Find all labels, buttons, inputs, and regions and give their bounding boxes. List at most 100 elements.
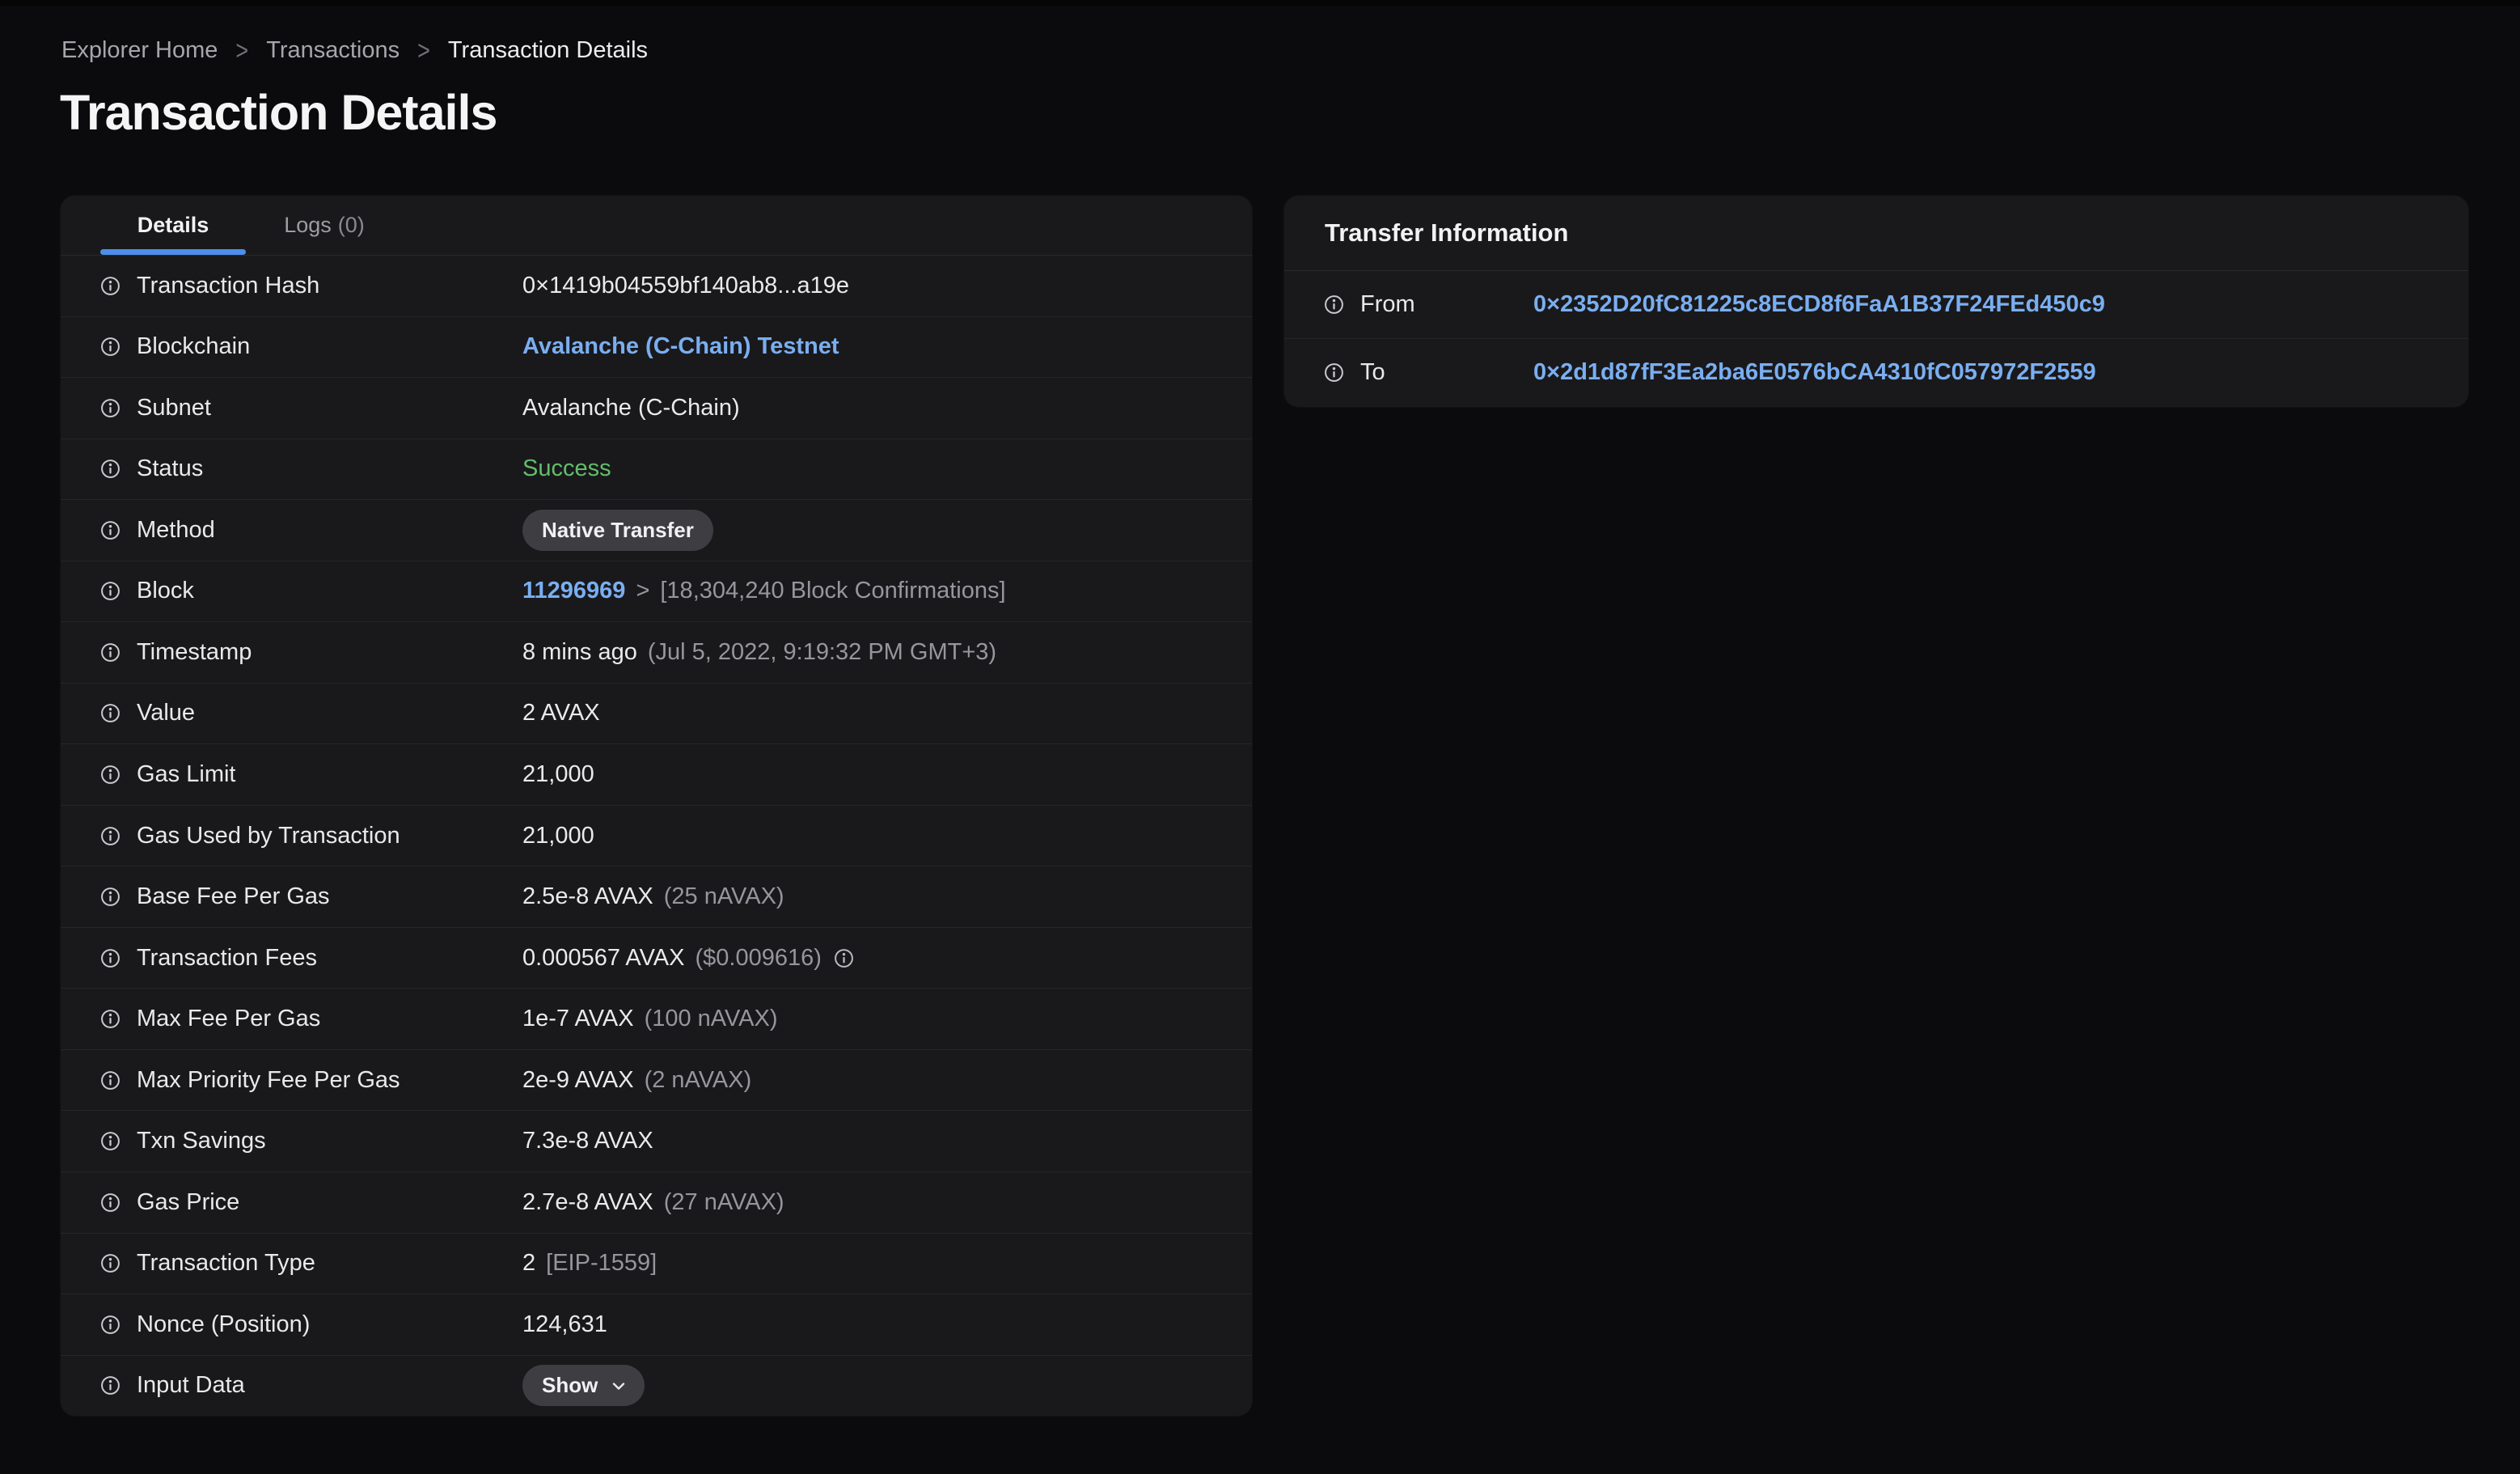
row-label: Txn Savings: [137, 1128, 266, 1154]
row-value-zone: 2e-9 AVAX (2 nAVAX): [522, 1067, 751, 1094]
row-value: 0.000567 AVAX: [522, 944, 685, 971]
row-value-link[interactable]: 11296969: [522, 578, 625, 604]
row-value-zone: 2 [EIP-1559]: [522, 1250, 657, 1277]
row-value-note: (Jul 5, 2022, 9:19:32 PM GMT+3): [647, 638, 997, 665]
row-value-zone: 2 AVAX: [522, 700, 600, 726]
transfer-information-card: Transfer Information From 0×2352D20fC812…: [1284, 196, 2468, 407]
row-label-zone: Max Priority Fee Per Gas: [100, 1067, 522, 1094]
show-input-data-button[interactable]: Show: [522, 1365, 645, 1407]
row-label-zone: Timestamp: [100, 639, 522, 666]
row-label-zone: Block: [100, 578, 522, 604]
page-title: Transaction Details: [60, 85, 497, 140]
detail-row: Transaction Fees 0.000567 AVAX ($0.009616…: [61, 926, 1252, 989]
info-icon[interactable]: [100, 581, 121, 601]
row-value: 2e-9 AVAX: [522, 1066, 634, 1093]
row-value-zone: Avalanche (C-Chain): [522, 395, 740, 421]
row-label-zone: Gas Limit: [100, 761, 522, 788]
row-label-zone: Subnet: [100, 395, 522, 421]
row-value-link[interactable]: 0×2352D20fC81225c8ECD8f6FaA1B37F24FEd450…: [1533, 291, 2105, 318]
info-icon[interactable]: [100, 1131, 121, 1151]
row-label-zone: Blockchain: [100, 333, 522, 360]
breadcrumb-link-transactions[interactable]: Transactions: [266, 36, 400, 65]
row-value-zone: 2.5e-8 AVAX (25 nAVAX): [522, 883, 784, 910]
info-icon[interactable]: [100, 703, 121, 723]
row-label: Input Data: [137, 1372, 245, 1399]
row-value-zone: 1e-7 AVAX (100 nAVAX): [522, 1006, 778, 1032]
row-value-note: (2 nAVAX): [644, 1066, 752, 1093]
tab-details[interactable]: Details: [100, 196, 246, 255]
info-icon[interactable]: [100, 948, 121, 968]
status-text: Success: [522, 455, 611, 482]
row-value-zone: 0.000567 AVAX ($0.009616): [522, 945, 854, 972]
row-value-zone: 0×2352D20fC81225c8ECD8f6FaA1B37F24FEd450…: [1533, 291, 2105, 318]
row-value: 7.3e-8 AVAX: [522, 1128, 653, 1154]
row-label: Transaction Fees: [137, 944, 317, 971]
detail-row: Value 2 AVAX: [61, 682, 1252, 744]
info-icon[interactable]: [100, 887, 121, 907]
info-icon[interactable]: [100, 459, 121, 479]
row-value: 2: [522, 1250, 536, 1277]
info-icon[interactable]: [100, 765, 121, 785]
info-icon[interactable]: [100, 826, 121, 846]
row-value: Avalanche (C-Chain): [522, 394, 740, 421]
info-icon[interactable]: [100, 1315, 121, 1335]
row-label-zone: Input Data: [100, 1372, 522, 1399]
info-icon[interactable]: [100, 1070, 121, 1091]
info-icon[interactable]: [100, 398, 121, 418]
show-button-label: Show: [542, 1373, 598, 1398]
window-top-edge: [0, 0, 2520, 6]
transfer-card-header: Transfer Information: [1284, 196, 2468, 271]
row-label-zone: To: [1324, 359, 1533, 386]
row-value-link[interactable]: Avalanche (C-Chain) Testnet: [522, 333, 839, 360]
row-label: Gas Price: [137, 1188, 240, 1215]
info-icon[interactable]: [100, 1253, 121, 1273]
detail-row: Transaction Type 2 [EIP-1559]: [61, 1232, 1252, 1294]
detail-row: From 0×2352D20fC81225c8ECD8f6FaA1B37F24F…: [1284, 271, 2468, 338]
row-label-zone: Gas Price: [100, 1189, 522, 1216]
info-icon[interactable]: [100, 1009, 121, 1029]
row-value: 8 mins ago: [522, 638, 637, 665]
row-label-zone: Txn Savings: [100, 1128, 522, 1154]
row-label-zone: Value: [100, 700, 522, 726]
detail-row: Status Success: [61, 438, 1252, 500]
tab-logs-count: (0): [337, 213, 365, 237]
detail-row: Timestamp 8 mins ago (Jul 5, 2022, 9:19:3…: [61, 621, 1252, 683]
row-label: Nonce (Position): [137, 1311, 311, 1337]
row-value: 21,000: [522, 822, 594, 849]
info-icon[interactable]: [100, 1192, 121, 1213]
row-label: Method: [137, 516, 215, 543]
info-icon[interactable]: [100, 276, 121, 296]
detail-row: Input Data Show: [61, 1354, 1252, 1417]
info-icon[interactable]: [100, 520, 121, 540]
row-value-zone: Native Transfer: [522, 509, 713, 551]
row-label: Max Priority Fee Per Gas: [137, 1066, 400, 1093]
row-value-zone: 8 mins ago (Jul 5, 2022, 9:19:32 PM GMT+3…: [522, 639, 996, 666]
tab-bar: Details Logs (0): [61, 196, 1252, 256]
row-label-zone: Status: [100, 455, 522, 482]
row-label-zone: Nonce (Position): [100, 1311, 522, 1338]
row-value: 2 AVAX: [522, 700, 600, 726]
row-label-zone: From: [1324, 291, 1533, 318]
detail-row: Gas Used by Transaction 21,000: [61, 804, 1252, 866]
row-label: Gas Used by Transaction: [137, 822, 400, 849]
row-label: Timestamp: [137, 638, 252, 665]
detail-row: Txn Savings 7.3e-8 AVAX: [61, 1110, 1252, 1171]
info-icon[interactable]: [100, 642, 121, 663]
info-icon[interactable]: [100, 337, 121, 357]
row-value-link[interactable]: 0×2d1d87fF3Ea2ba6E0576bCA4310fC057972F25…: [1533, 359, 2096, 386]
breadcrumb-link-explorer-home[interactable]: Explorer Home: [61, 36, 218, 65]
detail-row: Subnet Avalanche (C-Chain): [61, 377, 1252, 438]
tab-logs[interactable]: Logs (0): [264, 196, 385, 255]
info-icon[interactable]: [1324, 362, 1344, 383]
row-label: Blockchain: [137, 333, 251, 360]
row-value-note: ($0.009616): [695, 944, 822, 971]
row-value-zone: 11296969 > [18,304,240 Block Confirmations…: [522, 578, 1006, 604]
row-value-note: [EIP-1559]: [546, 1250, 657, 1277]
row-value: 124,631: [522, 1311, 607, 1337]
info-icon[interactable]: [1324, 294, 1344, 315]
transfer-row-list: From 0×2352D20fC81225c8ECD8f6FaA1B37F24F…: [1284, 271, 2468, 406]
row-value: 2.5e-8 AVAX: [522, 883, 653, 910]
row-label: Subnet: [137, 394, 211, 421]
info-icon[interactable]: [100, 1375, 121, 1396]
fee-tooltip-info-icon[interactable]: [834, 948, 854, 968]
